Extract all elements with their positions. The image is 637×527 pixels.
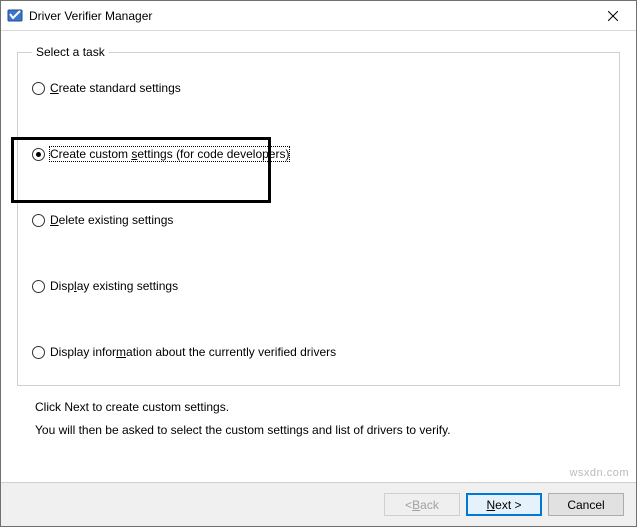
back-button: < Back	[384, 493, 460, 516]
app-icon	[7, 8, 23, 24]
radio-label: Create standard settings	[50, 81, 181, 95]
radio-icon	[32, 214, 45, 227]
button-bar: < Back Next > Cancel	[1, 482, 636, 526]
next-button[interactable]: Next >	[466, 493, 542, 516]
radio-label: Display existing settings	[50, 279, 178, 293]
radio-icon	[32, 346, 45, 359]
task-group: Select a task Create standard settings C…	[17, 45, 620, 386]
radio-create-standard[interactable]: Create standard settings	[32, 81, 605, 95]
radio-create-custom[interactable]: Create custom settings (for code develop…	[32, 147, 605, 161]
radio-icon	[32, 82, 45, 95]
radio-display-info[interactable]: Display information about the currently …	[32, 345, 605, 359]
instructions: Click Next to create custom settings. Yo…	[17, 386, 620, 446]
close-button[interactable]	[590, 1, 636, 30]
titlebar: Driver Verifier Manager	[1, 1, 636, 31]
instruction-line: You will then be asked to select the cus…	[35, 419, 602, 442]
close-icon	[608, 11, 618, 21]
radio-icon	[32, 280, 45, 293]
radio-icon	[32, 148, 45, 161]
instruction-line: Click Next to create custom settings.	[35, 396, 602, 419]
content-area: Select a task Create standard settings C…	[1, 31, 636, 482]
radio-label: Create custom settings (for code develop…	[50, 147, 289, 161]
group-legend: Select a task	[32, 45, 109, 59]
watermark: wsxdn.com	[569, 467, 629, 479]
window-title: Driver Verifier Manager	[29, 9, 590, 23]
cancel-button[interactable]: Cancel	[548, 493, 624, 516]
window-frame: Driver Verifier Manager Select a task Cr…	[0, 0, 637, 527]
radio-label: Display information about the currently …	[50, 345, 336, 359]
radio-delete-existing[interactable]: Delete existing settings	[32, 213, 605, 227]
radio-display-existing[interactable]: Display existing settings	[32, 279, 605, 293]
radio-label: Delete existing settings	[50, 213, 173, 227]
